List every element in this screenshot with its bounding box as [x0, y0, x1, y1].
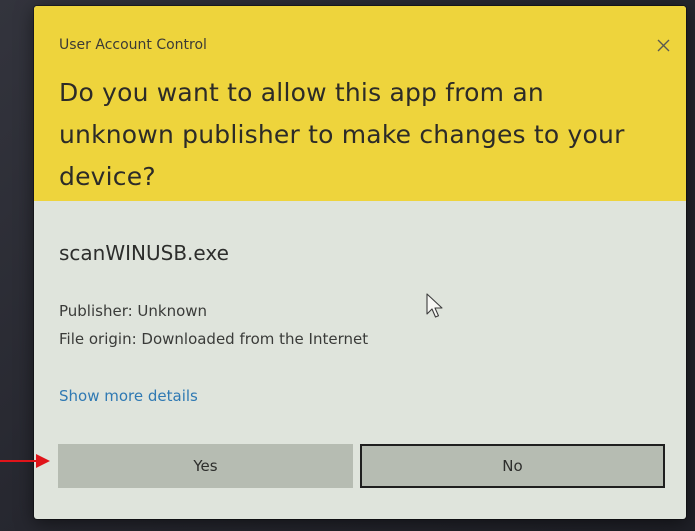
red-arrow-icon: [0, 454, 50, 468]
dialog-title: User Account Control: [59, 37, 207, 53]
uac-dialog: User Account Control Do you want to allo…: [34, 6, 686, 519]
close-button[interactable]: [646, 28, 680, 62]
yes-button-label: Yes: [193, 457, 218, 475]
show-more-details-link[interactable]: Show more details: [59, 387, 198, 405]
app-name: scanWINUSB.exe: [59, 241, 229, 265]
close-icon: [657, 39, 669, 51]
publisher-info: Publisher: Unknown: [59, 302, 208, 320]
dialog-header: User Account Control Do you want to allo…: [34, 6, 686, 201]
no-button[interactable]: No: [360, 444, 665, 488]
no-button-label: No: [502, 457, 523, 475]
mouse-pointer-icon: [426, 293, 443, 318]
file-origin-info: File origin: Downloaded from the Interne…: [59, 330, 369, 348]
yes-button[interactable]: Yes: [58, 444, 353, 488]
dialog-question: Do you want to allow this app from an un…: [59, 78, 625, 191]
